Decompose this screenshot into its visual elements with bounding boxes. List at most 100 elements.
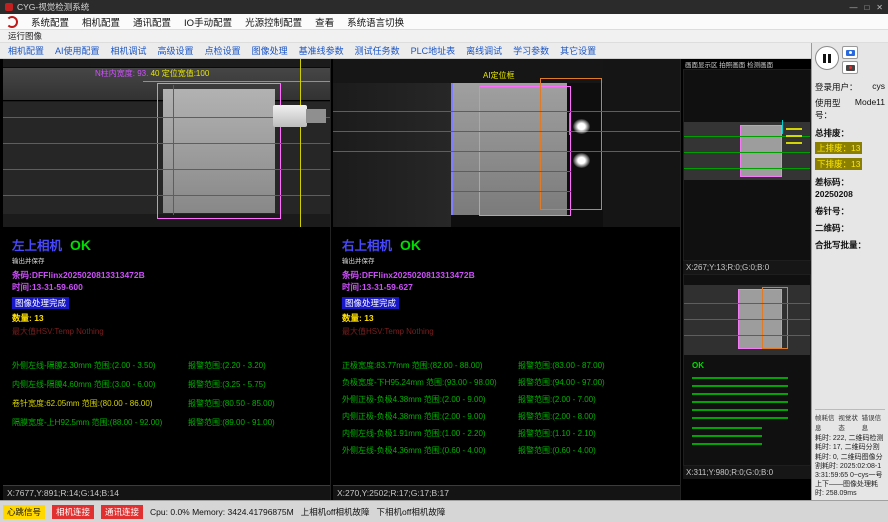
maximize-button[interactable]: □ — [864, 3, 869, 12]
right-time: 时间:13-31-59-627 — [342, 281, 680, 293]
connector-part — [273, 105, 307, 127]
mini-ok-label: OK — [692, 361, 704, 370]
camera-connection-badge: 相机连接 — [52, 505, 94, 519]
right-subtitle: 输出并保存 — [342, 255, 680, 265]
camera-icon — [846, 50, 855, 56]
tab-strip: 相机配置 AI使用配置 相机调试 高级设置 点检设置 图像处理 基准线参数 测试… — [0, 43, 811, 59]
login-user-label: 登录用户： — [815, 81, 858, 93]
model-label: 使用型号： — [815, 97, 855, 121]
edge-line-yellow — [300, 59, 301, 227]
right-pixel-readout: X:270,Y:2502;R:17;G:17;B:17 — [333, 485, 680, 500]
close-button[interactable]: ✕ — [876, 3, 883, 12]
tab-camera-config[interactable]: 相机配置 — [8, 44, 44, 57]
status-bar: 心跳信号 相机连接 通讯连接 Cpu: 0.0% Memory: 3424.41… — [0, 500, 888, 522]
overlay-measure-label: N柱内宽度: 93. — [95, 69, 148, 78]
measure-line — [333, 111, 680, 112]
heartbeat-status-badge: 心跳信号 — [3, 505, 45, 519]
bottom-camera-fault-text: 下相机off相机故障 — [377, 506, 446, 518]
right-hsv: 最大值HSV:Temp Nothing — [342, 326, 680, 337]
reject-row-top[interactable]: 上排废：13 — [815, 142, 862, 154]
left-overlay-text: N柱内宽度: 93. 40 定位宽值:100 — [95, 68, 209, 79]
needle-number-label: 卷针号： — [815, 205, 885, 217]
tab-offline-debug[interactable]: 离线调试 — [466, 44, 502, 57]
tab-other-settings[interactable]: 其它设置 — [560, 44, 596, 57]
measure-line — [333, 151, 680, 152]
info-tabs: 帧耗信息 视觉状态 错误信息 — [815, 412, 885, 432]
tab-advanced[interactable]: 高级设置 — [158, 44, 194, 57]
menu-camera-config[interactable]: 相机配置 — [82, 15, 120, 29]
left-camera-view[interactable]: N柱内宽度: 93. 40 定位宽值:100 — [3, 59, 330, 227]
info-tab-errors[interactable]: 错误信息 — [862, 412, 885, 432]
camera-record-button[interactable] — [842, 61, 858, 74]
right-barcode: 条码:DFFlinx2025020813313472B — [342, 269, 680, 281]
left-status-ok: OK — [70, 237, 91, 253]
thumbnail-view-top[interactable] — [683, 69, 811, 261]
menu-system-config[interactable]: 系统配置 — [31, 15, 69, 29]
thumbnail-header: 画面显示区 拍照画面 检测画面 — [683, 59, 811, 69]
run-image-label[interactable]: 运行图像 — [8, 30, 42, 42]
pause-icon — [828, 54, 831, 63]
ref-code-label: 差标码： — [815, 176, 885, 188]
thumbnail-bottom-readout: X:311;Y:980;R:0;G:0;B:0 — [683, 466, 811, 479]
measure-row: 外侧左线-隔膜2.30mm 范围:(2.00 - 3.50)报警范围:(2.20… — [12, 361, 330, 371]
thumbnail-top-readout: X:267;Y:13;R:0;G:0;B:0 — [683, 261, 811, 274]
cell-region — [740, 125, 782, 177]
tab-camera-debug[interactable]: 相机调试 — [111, 44, 147, 57]
measure-row: 负极宽度-下H95.24mm 范围:(93.00 - 98.00)报警范围:(9… — [342, 378, 680, 388]
tab-test-tasks[interactable]: 测试任务数 — [355, 44, 400, 57]
measure-line-short — [451, 191, 571, 192]
reject-row-bottom[interactable]: 下排废：13 — [815, 158, 862, 170]
measure-line — [684, 335, 810, 336]
measure-row: 正极宽度:83.77mm 范围:(82.00 - 88.00)报警范围:(83.… — [342, 361, 680, 371]
right-measure-rows: 正极宽度:83.77mm 范围:(82.00 - 88.00)报警范围:(83.… — [342, 361, 680, 456]
tab-plc-address[interactable]: PLC地址表 — [411, 44, 456, 57]
minimize-button[interactable]: — — [849, 3, 857, 12]
right-camera-title: 右上相机 — [342, 235, 392, 254]
right-camera-view[interactable]: AI定位框 — [333, 59, 680, 227]
measure-line — [3, 169, 330, 170]
left-count: 数量: 13 — [12, 312, 330, 324]
pause-button[interactable] — [815, 46, 839, 70]
right-status-ok: OK — [400, 237, 421, 253]
measure-line-cyan — [782, 120, 783, 134]
right-camera-panel: AI定位框 右上相机 OK 输出并保存 条码:DFFlinx2025020813… — [333, 59, 681, 500]
tab-image-process[interactable]: 图像处理 — [252, 44, 288, 57]
menu-view[interactable]: 查看 — [315, 15, 334, 29]
measure-line — [684, 168, 810, 169]
tab-spot-check[interactable]: 点检设置 — [205, 44, 241, 57]
menu-light-control[interactable]: 光源控制配置 — [245, 15, 302, 29]
camera-capture-button[interactable] — [842, 46, 858, 59]
tab-ai-config[interactable]: AI使用配置 — [55, 44, 100, 57]
menu-io-manual[interactable]: IO手动配置 — [184, 15, 232, 29]
left-result-panel: 左上相机 OK 输出并保存 条码:DFFlinx2025020813313472… — [3, 227, 330, 485]
measure-line — [3, 143, 330, 144]
main-content: N柱内宽度: 93. 40 定位宽值:100 左上相机 OK 输出并保存 条码:… — [0, 59, 811, 500]
led-glare — [573, 119, 590, 134]
sidebar-buttons — [815, 46, 885, 74]
roi-orange-rect — [762, 287, 788, 349]
thumbnail-column: 画面显示区 拍照画面 检测画面 X:267;Y:13;R:0;G:0;B:0 — [683, 59, 811, 500]
thumbnail-view-bottom[interactable]: OK — [683, 274, 811, 466]
menu-comm-config[interactable]: 通讯配置 — [133, 15, 171, 29]
batch-write-label: 合批写批量： — [815, 239, 885, 251]
record-icon — [846, 65, 855, 71]
info-tab-frame-time[interactable]: 帧耗信息 — [815, 412, 838, 432]
measure-row: 内侧左线-负极1.91mm 范围:(1.00 - 2.20)报警范围:(1.10… — [342, 429, 680, 439]
right-process-badge: 图像处理完成 — [342, 297, 399, 309]
measure-row: 外侧正极-负极4.38mm 范围:(2.00 - 9.00)报警范围:(2.00… — [342, 395, 680, 405]
right-result-panel: 右上相机 OK 输出并保存 条码:DFFlinx2025020813313472… — [333, 227, 680, 485]
ref-code-value: 20250208 — [815, 189, 885, 199]
tab-baseline-params[interactable]: 基准线参数 — [299, 44, 344, 57]
cpu-memory-readout: Cpu: 0.0% Memory: 3424.41796875M — [150, 507, 294, 517]
tab-learn-params[interactable]: 学习参数 — [513, 44, 549, 57]
left-time: 时间:13-31-59-600 — [12, 281, 330, 293]
login-user-value: cys — [872, 81, 885, 93]
menu-language[interactable]: 系统语言切换 — [347, 15, 404, 29]
info-tab-vision-status[interactable]: 视觉状态 — [838, 412, 861, 432]
machine-frame-left — [333, 59, 451, 227]
machine-frame-right — [603, 59, 680, 227]
left-subtitle: 输出并保存 — [12, 255, 330, 265]
model-value: Mode11 — [855, 97, 885, 121]
left-measure-rows: 外侧左线-隔膜2.30mm 范围:(2.00 - 3.50)报警范围:(2.20… — [12, 361, 330, 428]
measure-line — [684, 152, 810, 153]
